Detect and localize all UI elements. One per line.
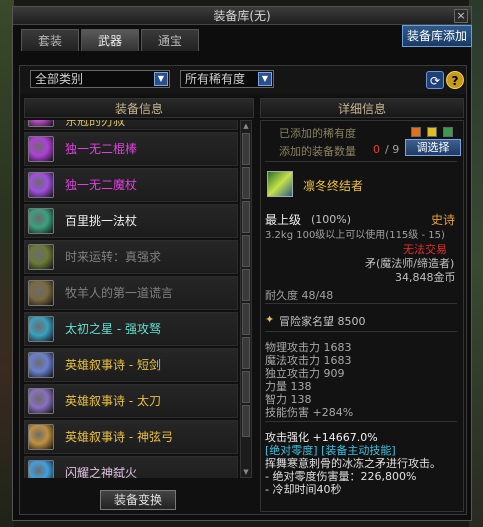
tab-weapon[interactable]: 武器 [81,29,139,51]
equipment-list: 东冠的刃叔独一无二棍棒 独一无二魔杖 百里挑一法杖时来运转：真强求 牧羊人的第一道谎言… [24,120,238,478]
divider [265,303,457,304]
rarity-box-green [443,127,453,137]
adventure-fame: 冒险家名望 8500 [279,315,366,328]
item-name: 百里挑一法杖 [65,214,138,228]
list-item[interactable]: 东冠的刃叔 [24,120,238,130]
list-item[interactable]: 太初之星 - 强攻驽 [24,312,238,346]
list-item[interactable]: 牧羊人的第一道谎言 [24,276,238,310]
category-select-value: 全部类别 [35,72,84,86]
list-item[interactable]: 英雄叙事诗 - 短剑 [24,348,238,382]
scroll-thumb[interactable] [242,405,250,437]
scroll-thumb[interactable] [242,133,250,165]
rarity-select-value: 所有稀有度 [185,72,246,86]
item-icon [28,136,54,162]
equipment-library-window: 装备库(无) × 套装 武器 通宝 装备库添加 全部类别 ▼ 所有稀有度 ▼ ⟳… [12,6,472,521]
added-count-label: 添加的装备数量 [279,145,356,158]
stat-line: 技能伤害 +284% [265,406,354,419]
list-item[interactable]: 英雄叙事诗 - 神弦弓 [24,420,238,454]
window-titlebar[interactable]: 装备库(无) × [13,7,471,25]
equipment-info-column: 装备信息 东冠的刃叔独一无二棍棒 独一无二魔杖 百里挑一法杖时来运转：真强求 牧羊人的… [24,98,254,512]
item-name: 太初之星 - 强攻驽 [65,322,161,336]
durability: 耐久度 48/48 [265,289,334,302]
item-icon [28,460,54,478]
scroll-thumb[interactable] [242,235,250,267]
scroll-thumb[interactable] [242,371,250,403]
main-panel: 全部类别 ▼ 所有稀有度 ▼ ⟳ ? 装备信息 东冠的刃叔独一无二棍棒 独一无二魔… [19,65,467,515]
item-icon [28,352,54,378]
item-name: 独一无二棍棒 [65,142,138,156]
star-icon: ✦ [265,313,275,326]
list-item[interactable]: 独一无二棍棒 [24,132,238,166]
item-icon [28,424,54,450]
item-icon [28,120,54,127]
price: 34,848金币 [395,271,456,284]
list-item[interactable]: 闪耀之神弑火 [24,456,238,478]
window-title: 装备库(无) [213,9,271,23]
added-rarity-label: 已添加的稀有度 [279,127,356,140]
tab-tongbao[interactable]: 通宝 [141,29,199,51]
scroll-thumb[interactable] [242,337,250,369]
rarity-box-yellow [427,127,437,137]
item-name: 时来运转：真强求 [65,250,162,264]
detail-body: 已添加的稀有度 添加的装备数量 0 / 9 调选择 凛冬终结者 最上级 (100… [260,120,464,512]
equipment-list-scrollbar[interactable]: ▲ ▼ [240,120,252,478]
scroll-thumb[interactable] [242,201,250,233]
close-button[interactable]: × [454,9,468,23]
scroll-thumb[interactable] [242,269,250,301]
chevron-down-icon: ▼ [258,72,272,86]
weight-level: 3.2kg 100级以上可以使用(115级 - 15) [265,230,445,241]
equipment-info-header: 装备信息 [24,98,254,118]
tab-set[interactable]: 套装 [21,29,79,51]
list-item[interactable]: 时来运转：真强求 [24,240,238,274]
item-name: 英雄叙事诗 - 太刀 [65,394,161,408]
rarity-box-orange [411,127,421,137]
item-name: 独一无二魔杖 [65,178,138,192]
scroll-up-arrow-icon[interactable]: ▲ [241,121,251,131]
filter-bar: 全部类别 ▼ 所有稀有度 ▼ ⟳ ? [20,66,466,94]
refresh-icon[interactable]: ⟳ [426,71,444,89]
list-item[interactable]: 英雄叙事诗 - 太刀 [24,384,238,418]
divider [265,161,457,162]
added-count-max: / 9 [385,143,400,156]
select-button[interactable]: 调选择 [405,139,461,156]
item-icon [28,280,54,306]
skill-cooldown: - 冷却时间40秒 [265,483,342,496]
item-name: 牧羊人的第一道谎言 [65,286,174,300]
detail-info-column: 详细信息 已添加的稀有度 添加的装备数量 0 / 9 调选择 凛冬终结者 最上级… [260,98,464,512]
scroll-down-arrow-icon[interactable]: ▼ [241,467,251,477]
divider [265,421,457,422]
help-icon[interactable]: ? [446,71,464,89]
item-name: 闪耀之神弑火 [65,466,138,478]
grade-percent: (100%) [311,213,352,226]
item-icon [28,208,54,234]
item-icon [28,316,54,342]
item-icon [28,388,54,414]
category-select[interactable]: 全部类别 ▼ [30,70,170,88]
weapon-name: 凛冬终结者 [303,179,364,193]
item-name: 英雄叙事诗 - 短剑 [65,358,161,372]
list-item[interactable]: 独一无二魔杖 [24,168,238,202]
equipment-convert-button[interactable]: 装备变换 [100,490,176,510]
item-name: 东冠的刃叔 [65,120,126,128]
chevron-down-icon: ▼ [154,72,168,86]
detail-info-header: 详细信息 [260,98,464,118]
item-icon [28,244,54,270]
equipment-library-add-button[interactable]: 装备库添加 [402,25,472,47]
list-item[interactable]: 百里挑一法杖 [24,204,238,238]
rarity-select[interactable]: 所有稀有度 ▼ [180,70,274,88]
added-count-value: 0 [373,143,380,156]
item-name: 英雄叙事诗 - 神弦弓 [65,430,173,444]
item-icon [28,172,54,198]
divider [265,331,457,332]
scroll-thumb[interactable] [242,167,250,199]
scroll-thumb[interactable] [242,303,250,335]
weapon-icon [267,171,293,197]
